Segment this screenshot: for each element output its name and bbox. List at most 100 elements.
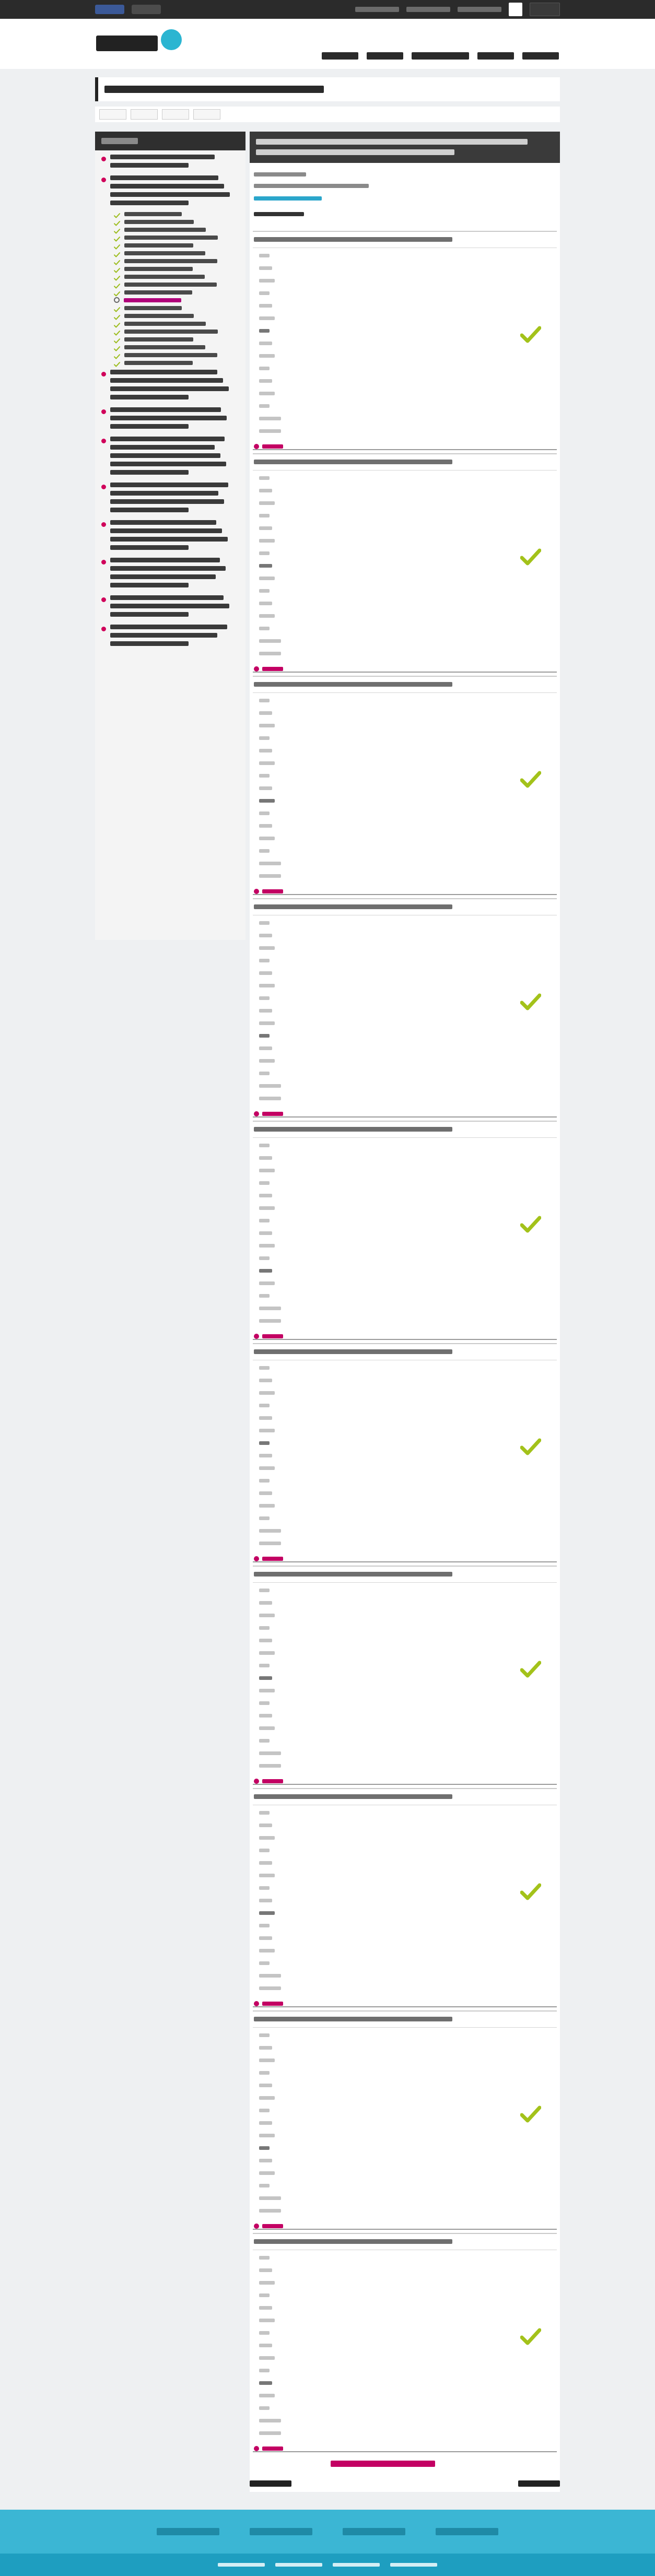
answer-option (259, 1676, 272, 1680)
sidebar-module[interactable] (95, 591, 245, 620)
answer-option (259, 1256, 270, 1260)
sidebar-module[interactable] (95, 516, 245, 554)
answer-option (259, 1504, 275, 1508)
check-icon (113, 337, 121, 344)
user-name[interactable] (406, 7, 450, 12)
course-tab[interactable] (193, 109, 220, 120)
answer-option (259, 837, 275, 840)
sidebar-module[interactable] (95, 366, 245, 403)
sidebar-topic[interactable] (95, 303, 245, 312)
question-block (253, 1121, 557, 1340)
language-selector[interactable] (355, 7, 399, 12)
check-icon (113, 352, 121, 359)
nav-item[interactable] (322, 52, 358, 60)
check-icon (113, 211, 121, 218)
sidebar-module[interactable] (95, 403, 245, 432)
answer-option (259, 1046, 272, 1050)
answer-option (259, 2096, 275, 2100)
check-icon (113, 313, 121, 320)
question-prompt (254, 237, 452, 242)
module-bullet-icon (101, 178, 106, 182)
answer-option (259, 1059, 275, 1063)
answer-option (259, 2046, 272, 2050)
sidebar-module[interactable] (95, 171, 245, 209)
partner-logo[interactable] (436, 2528, 498, 2535)
nav-item[interactable] (412, 52, 469, 60)
course-tab[interactable] (131, 109, 158, 120)
answer-option (259, 1874, 275, 1877)
answer-status (262, 1779, 283, 1783)
answer-option (259, 551, 270, 555)
course-tab[interactable] (99, 109, 126, 120)
miriada-logo[interactable] (96, 29, 184, 57)
answer-option (259, 1441, 270, 1445)
answer-option (259, 874, 281, 878)
answer-option (259, 2171, 275, 2175)
question-block (253, 231, 557, 450)
sidebar-module[interactable] (95, 620, 245, 650)
sidebar-module[interactable] (95, 150, 245, 171)
footer-link[interactable] (275, 2563, 322, 2567)
incorrect-icon (254, 1556, 259, 1561)
sidebar-module[interactable] (95, 432, 245, 478)
module-bullet-icon (101, 439, 106, 443)
sidebar-topic[interactable] (95, 209, 245, 218)
next-button[interactable] (518, 2480, 560, 2487)
question-block (253, 2233, 557, 2452)
sidebar-module[interactable] (95, 478, 245, 516)
course-tabs (95, 107, 560, 122)
answer-option (259, 2344, 272, 2347)
partner-logo[interactable] (343, 2528, 405, 2535)
answer-option (259, 1949, 275, 1952)
answer-option (259, 254, 270, 257)
module-bullet-icon (101, 522, 106, 527)
answer-status (262, 1557, 283, 1561)
footer-link[interactable] (218, 2563, 265, 2567)
answer-option (259, 1097, 281, 1100)
nav-item[interactable] (477, 52, 514, 60)
sidebar-module[interactable] (95, 554, 245, 591)
answer-option (259, 862, 281, 865)
answer-option (259, 602, 272, 605)
facebook-button[interactable] (95, 5, 124, 14)
answer-option (259, 404, 270, 408)
completion-message (331, 2461, 435, 2467)
answer-option (259, 1726, 275, 1730)
answer-option (259, 1206, 275, 1210)
check-icon (113, 251, 121, 257)
twitter-follow-button[interactable] (132, 5, 161, 14)
footer-link[interactable] (333, 2563, 380, 2567)
answer-option (259, 1824, 272, 1827)
answer-option (259, 2306, 272, 2310)
answer-option (259, 367, 270, 370)
footer-link[interactable] (390, 2563, 437, 2567)
answer-option (259, 1924, 270, 1927)
question-block (253, 676, 557, 895)
quiz-heading (250, 132, 560, 163)
answer-option (259, 1429, 275, 1432)
correct-check-icon (520, 548, 542, 566)
answer-option (259, 971, 272, 975)
question-prompt (254, 1794, 452, 1799)
answer-option (259, 1849, 270, 1852)
sidebar-title (101, 138, 138, 144)
check-icon (113, 290, 121, 297)
previous-button[interactable] (250, 2480, 291, 2487)
partner-logo[interactable] (250, 2528, 312, 2535)
answer-option (259, 711, 272, 715)
user-menu-button[interactable] (509, 3, 522, 16)
partner-logo[interactable] (157, 2528, 219, 2535)
answer-option (259, 279, 275, 283)
answer-option (259, 2134, 275, 2137)
answer-option (259, 749, 272, 752)
check-icon (113, 227, 121, 234)
course-tab[interactable] (162, 109, 189, 120)
logout-button[interactable] (530, 3, 560, 16)
nav-item[interactable] (522, 52, 559, 60)
question-prompt (254, 682, 452, 687)
check-icon (113, 345, 121, 351)
answer-option (259, 2146, 270, 2150)
finish-area (250, 2461, 560, 2492)
nav-item[interactable] (367, 52, 403, 60)
question-block (253, 2010, 557, 2230)
